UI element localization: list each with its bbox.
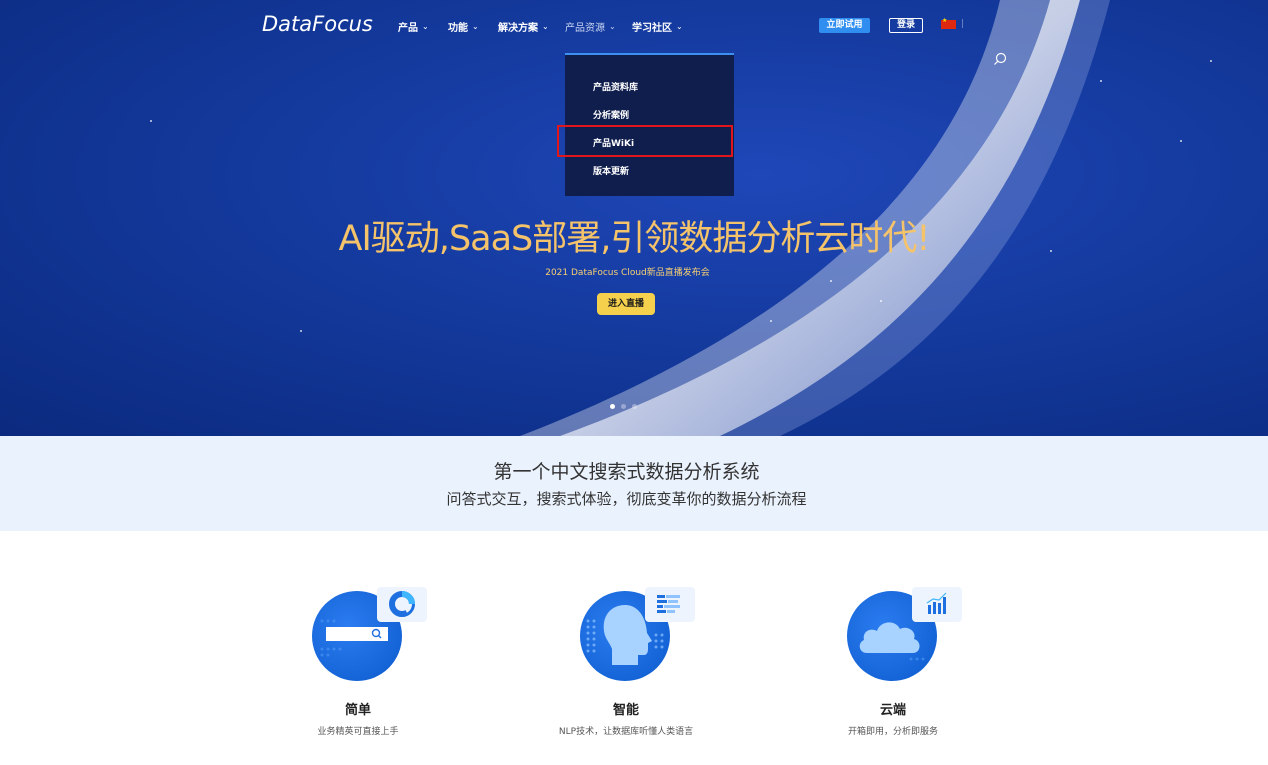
bar-list-badge [645, 587, 695, 622]
bar-chart-badge [912, 587, 962, 622]
rising-bar-chart-icon [926, 592, 947, 614]
dropdown-item-case-studies[interactable]: 分析案例 [593, 108, 629, 121]
pie-chart-badge [377, 587, 427, 622]
horizontal-bar-icon [657, 595, 680, 613]
highlight-box [557, 125, 733, 157]
nav-item-label: 产品资源 [565, 23, 605, 34]
nav-item-features[interactable]: 功能 ⌄ [448, 19, 479, 34]
datafocus-logo[interactable]: DataFocus [262, 12, 373, 36]
top-navigation: DataFocus 产品 ⌄ 功能 ⌄ 解决方案 ⌄ 产品资源 ⌄ 学习社区 ⌄… [0, 0, 1268, 65]
hero-subline: 2021 DataFocus Cloud新品直播发布会 [545, 268, 710, 278]
free-trial-button[interactable]: 立即试用 [819, 18, 870, 33]
dropdown-item-product-library[interactable]: 产品资料库 [593, 80, 638, 93]
feature-title: 云端 [879, 703, 906, 718]
feature-desc: NLP技术，让数据库听懂人类语言 [558, 727, 694, 737]
chevron-down-icon: ⌄ [542, 22, 549, 31]
nav-item-resources[interactable]: 产品资源 ⌄ [565, 19, 616, 34]
carousel-indicators [610, 404, 637, 409]
china-flag-icon[interactable] [941, 17, 956, 29]
pie-chart-icon [389, 591, 415, 617]
feature-title: 简单 [344, 703, 371, 718]
chevron-down-icon: ⌄ [676, 22, 683, 31]
feature-title: 智能 [612, 703, 639, 718]
chevron-down-icon: ⌄ [472, 22, 479, 31]
intro-subtitle: 问答式交互，搜索式体验，彻底变革你的数据分析流程 [446, 490, 807, 508]
nav-item-product[interactable]: 产品 ⌄ [398, 19, 429, 34]
enter-live-button[interactable]: 进入直播 [597, 293, 655, 315]
chevron-down-icon: ⌄ [422, 22, 429, 31]
nav-item-label: 学习社区 [632, 23, 672, 34]
nav-item-community[interactable]: 学习社区 ⌄ [632, 19, 683, 34]
search-icon[interactable] [993, 52, 1007, 66]
carousel-dot[interactable] [610, 404, 615, 409]
carousel-dot[interactable] [632, 404, 637, 409]
login-button[interactable]: 登录 [889, 18, 923, 33]
language-separator: | [961, 19, 965, 29]
chevron-down-icon: ⌄ [609, 22, 616, 31]
nav-item-label: 产品 [398, 23, 418, 34]
nav-item-label: 功能 [448, 23, 468, 34]
feature-desc: 开箱即用，分析即服务 [847, 727, 938, 737]
nav-item-label: 解决方案 [498, 23, 538, 34]
hero-headline: AI驱动,SaaS部署,引领数据分析云时代! [338, 219, 931, 259]
dropdown-item-release-notes[interactable]: 版本更新 [593, 164, 629, 177]
intro-title: 第一个中文搜索式数据分析系统 [493, 461, 760, 483]
nav-item-solutions[interactable]: 解决方案 ⌄ [498, 19, 549, 34]
carousel-dot[interactable] [621, 404, 626, 409]
feature-desc: 业务精英可直接上手 [317, 727, 399, 737]
